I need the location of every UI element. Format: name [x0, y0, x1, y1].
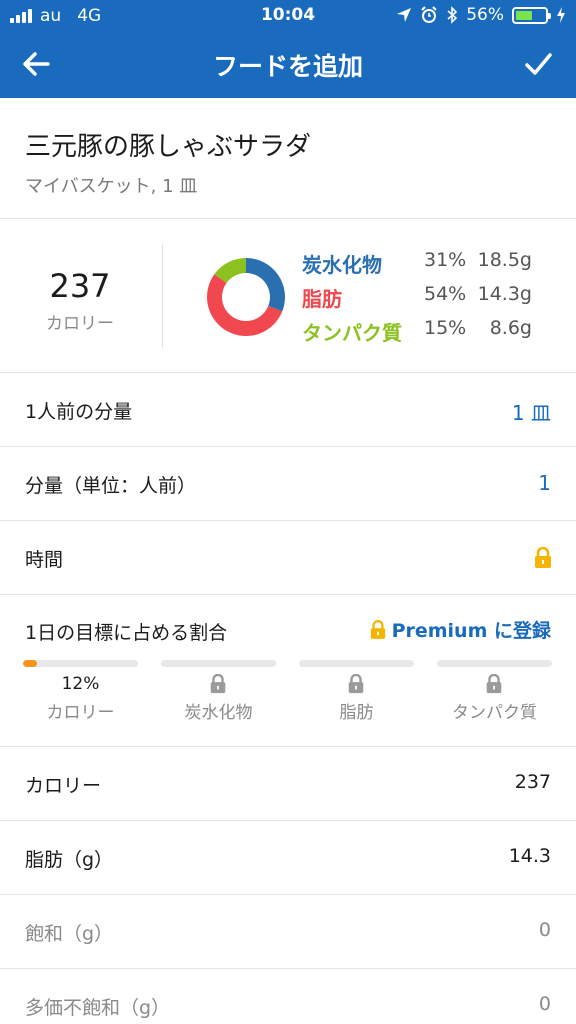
goal-progress-bar [299, 660, 414, 667]
serving-size-value[interactable]: 1 皿 [512, 397, 551, 426]
nutrient-row-polyunsaturated: 多価不飽和（g） 0 [0, 969, 576, 1024]
food-title-section: 三元豚の豚しゃぶサラダ マイバスケット, 1 皿 [0, 98, 576, 219]
nutrient-value: 0 [538, 919, 551, 941]
nutrient-row-saturated: 飽和（g） 0 [0, 895, 576, 969]
macro-grams: 14.3g [477, 283, 532, 305]
summary-divider [162, 243, 163, 349]
header: フードを追加 [0, 32, 576, 98]
calories-value: 237 [49, 267, 111, 305]
macro-name: タンパク質 [302, 321, 402, 345]
lock-icon [370, 619, 385, 639]
macro-row-protein: タンパク質 15% 8.6g [302, 317, 562, 345]
macro-name: 脂肪 [302, 287, 342, 311]
nutrient-label: 飽和（g） [25, 923, 114, 945]
serving-size-label: 1人前の分量 [25, 401, 133, 423]
page-title: フードを追加 [212, 52, 363, 81]
macro-grams: 18.5g [477, 249, 532, 271]
alarm-icon [421, 6, 437, 23]
goal-value: 12% [61, 674, 100, 694]
macro-percent: 31% [424, 249, 467, 271]
nutrient-row-calories: カロリー 237 [0, 747, 576, 821]
macro-row-carbs: 炭水化物 31% 18.5g [302, 249, 562, 277]
time-label: 時間 [25, 549, 64, 571]
lock-icon[interactable] [534, 547, 552, 569]
goal-label: 1日の目標に占める割合 [25, 622, 228, 644]
macro-percent: 54% [424, 283, 467, 305]
checkmark-icon[interactable] [520, 46, 556, 82]
donut-slice-0 [246, 258, 285, 312]
location-icon [397, 8, 412, 22]
lock-icon [348, 674, 364, 694]
nutrient-label: 脂肪（g） [25, 849, 114, 871]
macro-grams: 8.6g [489, 317, 532, 339]
goal-progress-bar [437, 660, 552, 667]
status-bar: au 4G 10:04 56% [0, 0, 576, 32]
nutrient-value: 237 [514, 771, 551, 793]
goal-column-protein: タンパク質 [437, 660, 552, 740]
macro-name: 炭水化物 [302, 253, 382, 277]
nutrition-summary: 237 カロリー 炭水化物 31% 18.5g 脂肪 54% 14.3g タンパ… [0, 219, 576, 373]
goal-name: カロリー [46, 703, 115, 723]
goal-column-calories: 12% カロリー [23, 660, 138, 740]
nutrient-value: 0 [538, 993, 551, 1015]
battery-percent: 56% [466, 5, 504, 25]
goal-name: タンパク質 [452, 703, 537, 723]
daily-goal-section: 1日の目標に占める割合 Premium に登録 12% カロリー 炭水化物 脂肪 [0, 594, 576, 747]
lock-icon [210, 674, 226, 694]
bluetooth-icon [447, 6, 458, 24]
nutrient-label: 多価不飽和（g） [25, 997, 171, 1019]
servings-label: 分量（単位：人前） [25, 475, 197, 497]
nutrient-value: 14.3 [508, 845, 551, 867]
goal-name: 脂肪 [339, 703, 374, 723]
goal-column-fat: 脂肪 [299, 660, 414, 740]
premium-label: Premium に登録 [391, 620, 551, 642]
nutrient-row-fat: 脂肪（g） 14.3 [0, 821, 576, 895]
macro-percent: 15% [424, 317, 467, 339]
goal-name: 炭水化物 [184, 703, 253, 723]
macro-donut-chart [207, 258, 285, 336]
macro-row-fat: 脂肪 54% 14.3g [302, 283, 562, 311]
top-bar: au 4G 10:04 56% フードを追加 [0, 0, 576, 98]
calories-label: カロリー [46, 314, 114, 334]
food-name: 三元豚の豚しゃぶサラダ [25, 132, 312, 162]
premium-link[interactable]: Premium に登録 [370, 616, 551, 643]
time-row[interactable]: 時間 [0, 521, 576, 595]
charging-icon [557, 7, 565, 23]
food-meta: マイバスケット, 1 皿 [25, 176, 198, 197]
servings-row[interactable]: 分量（単位：人前） 1 [0, 447, 576, 521]
lock-icon [486, 674, 502, 694]
nutrient-label: カロリー [25, 775, 102, 797]
battery-icon [512, 6, 551, 24]
servings-value[interactable]: 1 [538, 471, 551, 495]
goal-progress-bar [23, 660, 138, 667]
goal-progress-bar [161, 660, 276, 667]
serving-size-row[interactable]: 1人前の分量 1 皿 [0, 373, 576, 447]
goal-column-carbs: 炭水化物 [161, 660, 276, 740]
status-right: 56% [396, 5, 566, 25]
